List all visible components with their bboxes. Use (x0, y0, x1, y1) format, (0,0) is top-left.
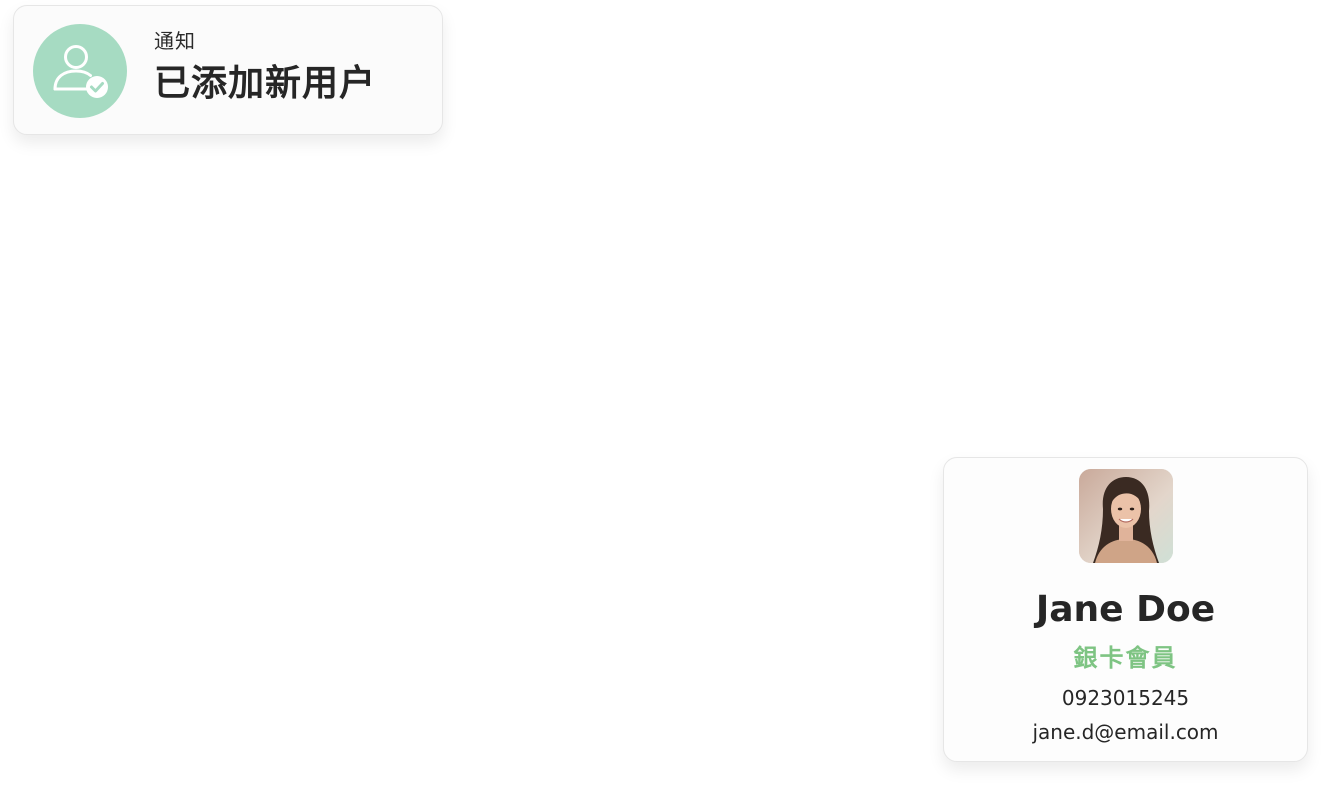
user-profile-card[interactable]: Jane Doe 銀卡會員 0923015245 jane.d@email.co… (943, 457, 1308, 762)
membership-tier: 銀卡會員 (1073, 644, 1178, 672)
user-check-icon (53, 45, 108, 98)
avatar (1079, 469, 1173, 563)
new-user-notification[interactable]: 通知 已添加新用户 (13, 5, 443, 135)
page: 通知 已添加新用户 Jane Doe 銀卡會員 0923015245 jane.… (0, 0, 1322, 785)
user-email[interactable]: jane.d@email.com (944, 718, 1307, 746)
user-phone: 0923015245 (1061, 686, 1190, 710)
user-added-icon (33, 24, 127, 118)
notification-kicker: 通知 (154, 29, 196, 53)
notification-text: 通知 已添加新用户 (154, 28, 376, 106)
user-avatar-photo (1079, 469, 1173, 563)
user-name: Jane Doe (1035, 589, 1216, 630)
notification-title: 已添加新用户 (154, 63, 377, 104)
